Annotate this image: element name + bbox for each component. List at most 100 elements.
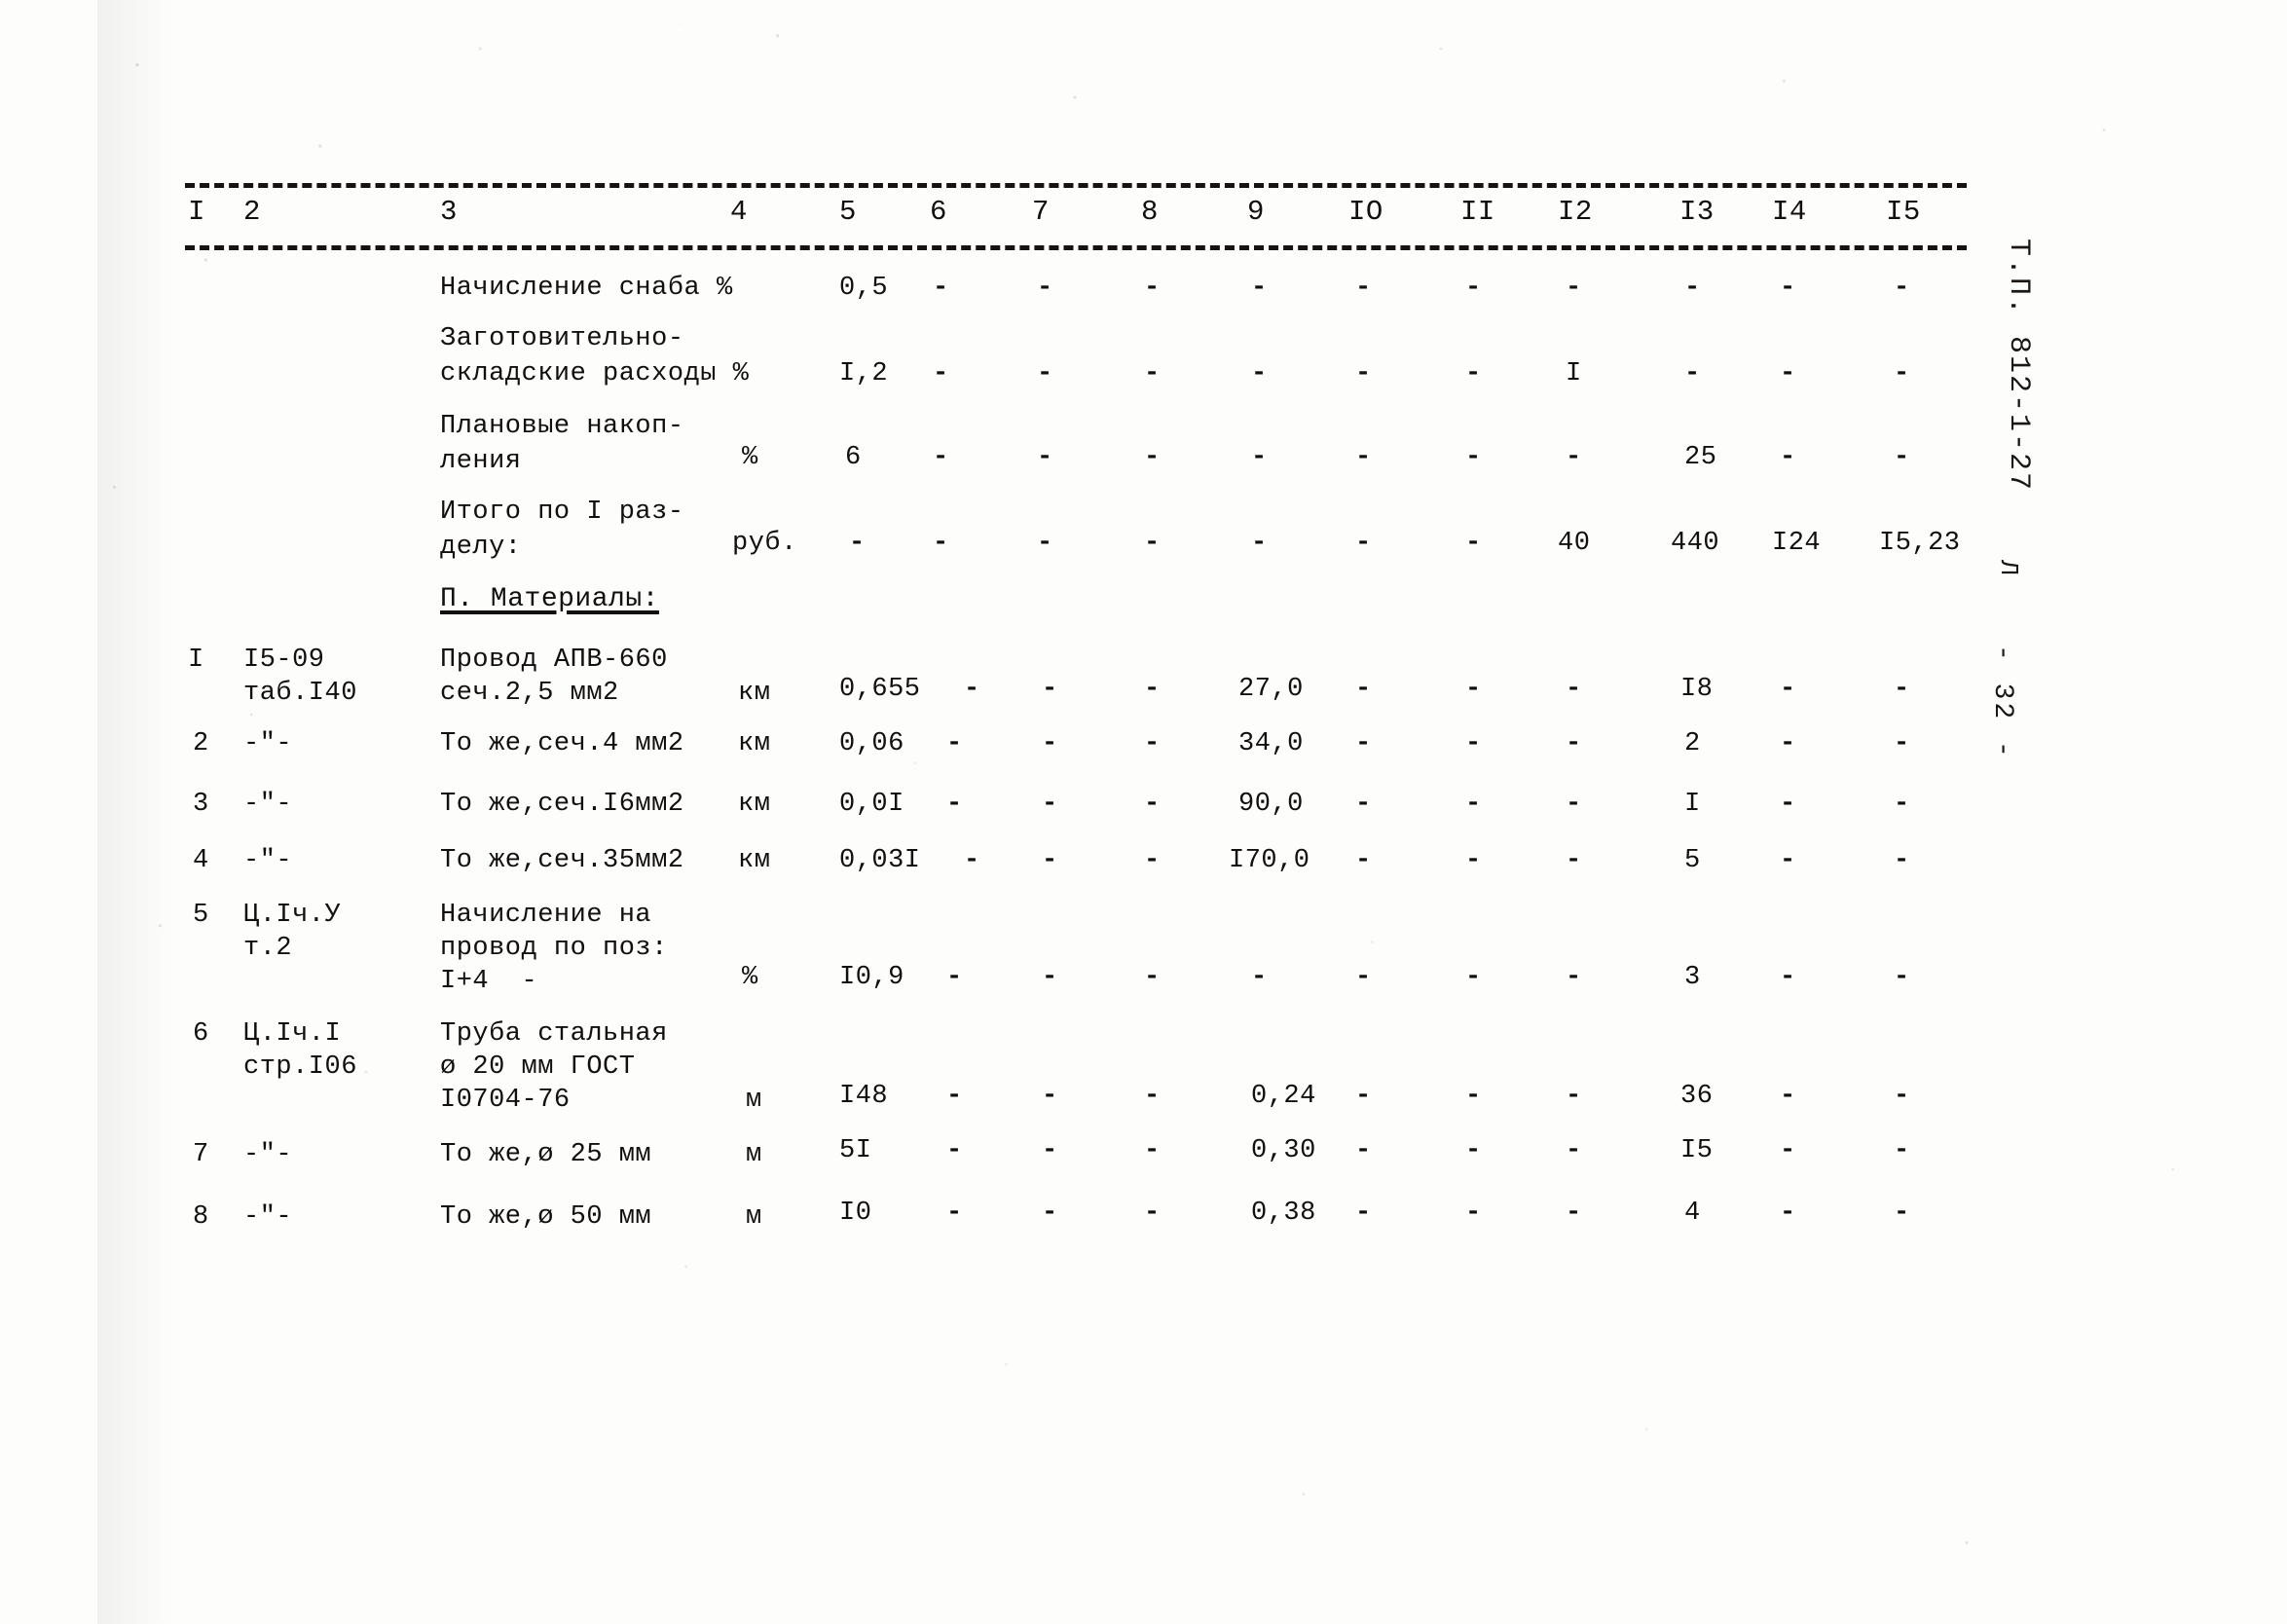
row-3-col9: -	[1251, 529, 1268, 558]
row-11-col14: -	[1780, 1199, 1796, 1228]
row-2-col15: -	[1894, 443, 1910, 472]
row-5-col7: -	[1042, 729, 1058, 758]
column-header-8: 8	[1141, 196, 1159, 228]
row-5-unit: км	[738, 729, 771, 758]
row-5-col9: 34,0	[1238, 729, 1304, 758]
row-2-col13: 25	[1684, 443, 1717, 472]
row-6-pos: 3	[193, 790, 209, 819]
row-6-col11: -	[1465, 790, 1482, 819]
margin-document-code: Т.П. 812-1-27	[2002, 239, 2035, 493]
row-0-col10: -	[1355, 274, 1372, 303]
row-9-name-line-3: I0704-76	[440, 1086, 571, 1115]
row-9-col9: 0,24	[1251, 1082, 1316, 1111]
row-4-col10: -	[1355, 675, 1372, 704]
row-4-col9: 27,0	[1238, 675, 1304, 704]
row-3-col14: I24	[1772, 529, 1822, 558]
row-9-name-line-2: ø 20 мм ГОСТ	[440, 1052, 636, 1082]
row-10-ref: -"-	[243, 1140, 293, 1169]
row-3-unit: руб.	[732, 529, 797, 558]
row-5-ref: -"-	[243, 729, 293, 758]
row-3-col11: -	[1465, 529, 1482, 558]
row-10-unit: м	[746, 1140, 762, 1169]
row-3-col8: -	[1144, 529, 1161, 558]
row-0-col7: -	[1037, 274, 1053, 303]
column-header-11: II	[1460, 196, 1495, 228]
row-2-col12: -	[1566, 443, 1582, 472]
row-0-name: Начисление снаба %	[440, 274, 733, 303]
row-10-col10: -	[1355, 1136, 1372, 1165]
row-9-col7: -	[1042, 1082, 1058, 1111]
row-4-col12: -	[1566, 675, 1582, 704]
row-9-pos: 6	[193, 1019, 209, 1049]
row-4-ref-line-1: I5-09	[243, 646, 325, 675]
row-9-col5: I48	[839, 1082, 889, 1111]
row-5-col5: 0,06	[839, 729, 904, 758]
column-header-12: I2	[1558, 196, 1593, 228]
row-6-name: То же,сеч.I6мм2	[440, 790, 684, 819]
row-8-col13: 3	[1684, 963, 1701, 992]
row-5-col10: -	[1355, 729, 1372, 758]
row-11-col6: -	[946, 1199, 963, 1228]
row-6-col13: I	[1684, 790, 1701, 819]
row-10-col11: -	[1465, 1136, 1482, 1165]
row-8-name-line-1: Начисление на	[440, 901, 652, 930]
row-8-ref-line-1: Ц.Iч.У	[243, 901, 342, 930]
row-6-col12: -	[1566, 790, 1582, 819]
row-6-col8: -	[1144, 790, 1161, 819]
row-4-col7: -	[1042, 675, 1058, 704]
row-11-col12: -	[1566, 1199, 1582, 1228]
row-9-col13: 36	[1680, 1082, 1714, 1111]
row-10-col15: -	[1894, 1136, 1910, 1165]
row-0-col14: -	[1780, 274, 1796, 303]
column-header-9: 9	[1247, 196, 1265, 228]
row-8-name-line-2: провод по поз:	[440, 934, 668, 963]
row-8-unit: %	[742, 963, 758, 992]
row-2-col5: 6	[845, 443, 862, 472]
row-7-col12: -	[1566, 846, 1582, 875]
row-7-col13: 5	[1684, 846, 1701, 875]
row-2-col8: -	[1144, 443, 1161, 472]
row-2-col9: -	[1251, 443, 1268, 472]
row-7-col5: 0,03I	[839, 846, 921, 875]
row-8-col5: I0,9	[839, 963, 904, 992]
row-6-col6: -	[946, 790, 963, 819]
margin-tick-mark: Л	[1994, 560, 2023, 577]
scanned-document-page: I 2 3 4 5 6 7 8 9 IO II I2 I3 I4 I5 Начи…	[0, 0, 2287, 1624]
row-11-col5: I0	[839, 1199, 872, 1228]
row-9-ref-line-2: стр.I06	[243, 1052, 357, 1082]
row-6-col15: -	[1894, 790, 1910, 819]
row-11-ref: -"-	[243, 1202, 293, 1232]
row-0-col8: -	[1144, 274, 1161, 303]
row-10-col14: -	[1780, 1136, 1796, 1165]
row-8-col11: -	[1465, 963, 1482, 992]
row-10-col12: -	[1566, 1136, 1582, 1165]
row-0-col6: -	[933, 274, 949, 303]
row-10-col8: -	[1144, 1136, 1161, 1165]
column-header-2: 2	[243, 196, 261, 228]
row-8-col10: -	[1355, 963, 1372, 992]
row-4-unit: км	[738, 679, 771, 708]
row-4-ref-line-2: таб.I40	[243, 679, 357, 708]
row-6-unit: км	[738, 790, 771, 819]
row-3-name-line-2: делу:	[440, 533, 522, 562]
row-7-col14: -	[1780, 846, 1796, 875]
row-1-name-line-2: складские расходы %	[440, 359, 750, 388]
column-header-1: I	[188, 196, 205, 228]
row-1-name-line-1: Заготовительно-	[440, 324, 684, 353]
row-4-pos: I	[188, 646, 204, 675]
section-heading-materials: П. Материалы:	[440, 584, 659, 614]
row-3-col15: I5,23	[1879, 529, 1961, 558]
row-8-col14: -	[1780, 963, 1796, 992]
row-3-name-line-1: Итого по I раз-	[440, 498, 684, 527]
row-4-name-line-2: сеч.2,5 мм2	[440, 679, 619, 708]
row-2-col11: -	[1465, 443, 1482, 472]
row-5-col6: -	[946, 729, 963, 758]
row-3-col10: -	[1355, 529, 1372, 558]
row-1-col9: -	[1251, 359, 1268, 388]
row-5-col15: -	[1894, 729, 1910, 758]
row-2-name-line-1: Плановые накоп-	[440, 412, 684, 441]
row-9-col8: -	[1144, 1082, 1161, 1111]
row-5-col11: -	[1465, 729, 1482, 758]
row-8-col12: -	[1566, 963, 1582, 992]
row-7-col6: -	[964, 846, 980, 875]
